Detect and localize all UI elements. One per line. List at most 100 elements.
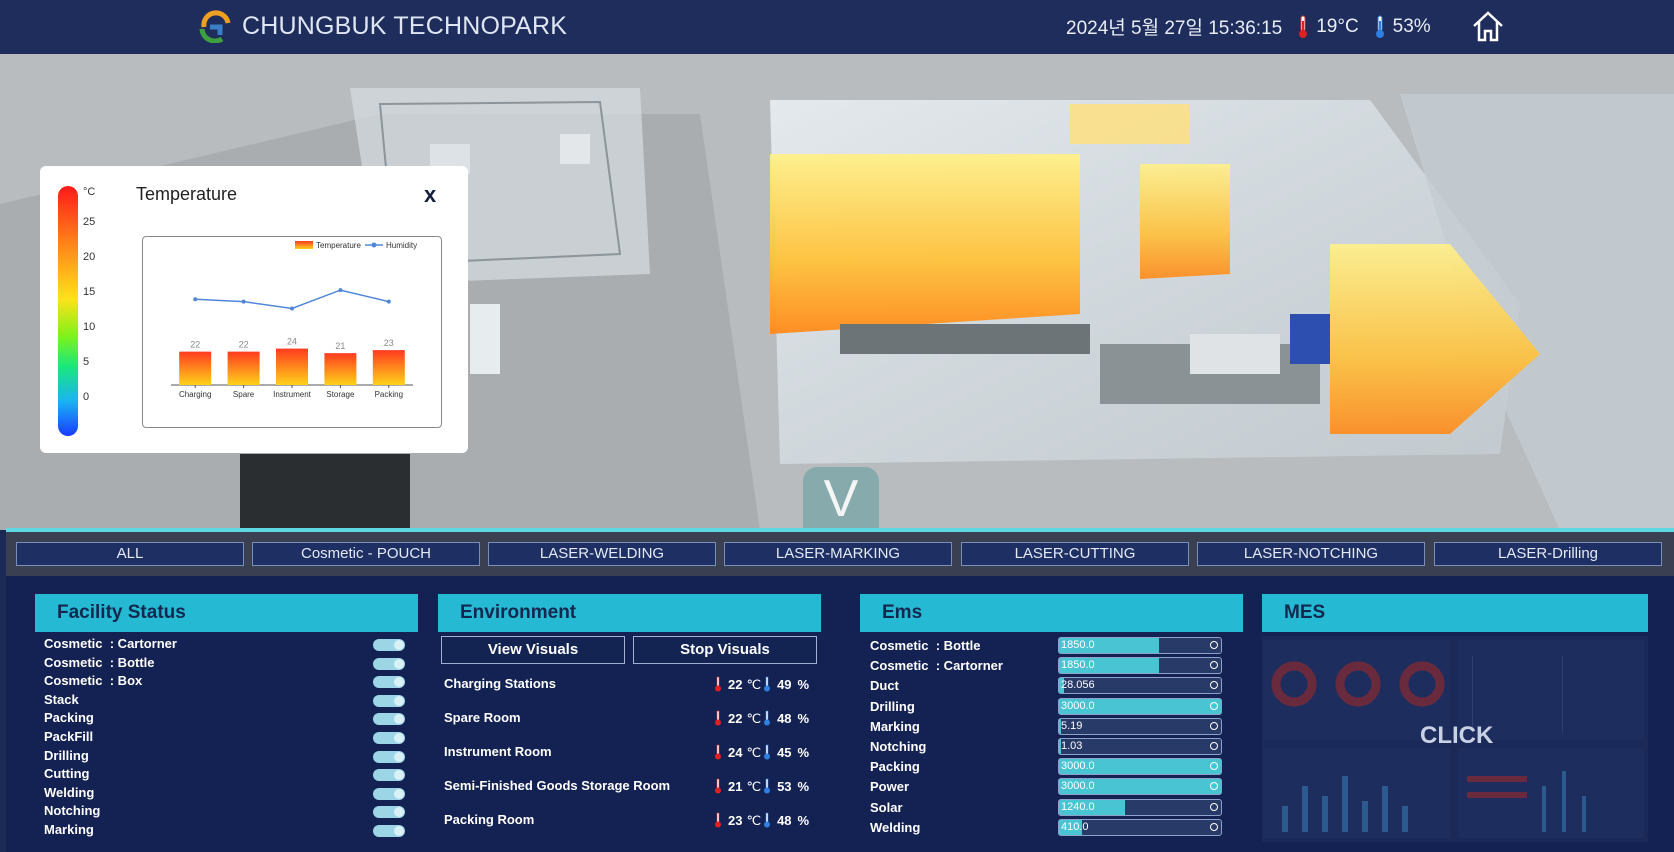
close-icon[interactable]: x [424,182,436,208]
ems-bar-value: 1240.0 [1061,800,1095,813]
thermometer-blue-icon [764,778,771,794]
tab-laser-marking[interactable]: LASER-MARKING [724,542,952,566]
chart-data-label: 22 [190,340,200,350]
ems-bar-knob-icon[interactable] [1210,742,1218,750]
thermometer-blue-icon [764,676,771,692]
mes-header: MES [1262,594,1648,632]
scale-tick: 5 [83,356,90,368]
ems-bar-knob-icon[interactable] [1210,802,1218,811]
thermometer-blue-icon [764,812,771,828]
tab-laser-cutting[interactable]: LASER-CUTTING [961,542,1189,566]
environment-temp-value: 21 [728,779,743,794]
header-temperature: 19°C [1316,15,1359,37]
header-status: 2024년 5월 27일 15:36:15 19°C 53% [1066,13,1445,40]
temp-unit: ℃ [746,745,762,760]
datetime: 2024년 5월 27일 15:36:15 [1066,18,1283,39]
facility-item-label: Drilling [44,747,89,763]
environment-room-name: Spare Room [444,710,521,725]
ems-item-label: Power [870,779,910,795]
ems-item-label: Notching [870,739,927,754]
environment-row: Spare Room 22 ℃ 48% [444,708,814,728]
chart-data-label: 21 [335,341,345,351]
facility-item-toggle[interactable] [373,750,405,763]
ems-item-label: Cosmetic : Bottle [870,638,981,653]
environment-temp-value: 23 [728,813,743,828]
tab-laser-welding[interactable]: LASER-WELDING [488,542,716,566]
ems-item-bar: 1240.0 [1058,798,1222,816]
ems-bar-knob-icon[interactable] [1210,721,1218,730]
ems-bar-knob-icon[interactable] [1210,641,1218,649]
environment-row: Charging Stations 22 ℃ 49% [444,674,814,694]
stop-visuals-button[interactable]: Stop Visuals [633,636,817,664]
ems-item-bar: 28.056 [1058,677,1222,695]
tab-all[interactable]: ALL [16,542,244,566]
facility-item-toggle[interactable] [373,713,405,726]
thermometer-blue-icon [764,710,771,726]
mes-click-button[interactable]: CLICK [1420,722,1493,750]
ems-item-bar: 3000.0 [1058,778,1222,796]
facility-item-label: Stack [44,691,79,707]
facility-item-toggle[interactable] [373,639,405,651]
facility-item-toggle[interactable] [373,732,405,744]
legend-humidity-marker [371,242,377,248]
humidity-point [386,299,391,304]
hum-unit: % [797,677,810,692]
temperature-popup: °C 25 20 15 10 5 0 Temperature x 22 Charg… [40,166,468,453]
ems-bar-knob-icon[interactable] [1210,701,1218,710]
home-icon[interactable] [1470,9,1506,43]
chart-bar [276,348,308,385]
environment-room-name: Packing Room [444,812,535,827]
collapse-panel-toggle[interactable]: V [803,467,879,531]
facility-item-toggle[interactable] [373,825,405,837]
ems-bar-value: 1850.0 [1061,639,1095,651]
environment-temp-value: 22 [728,677,743,692]
facility-item-label: Cosmetic : Box [44,673,143,689]
tab-cosmetic-pouch[interactable]: Cosmetic - POUCH [252,542,480,566]
facility-item-toggle[interactable] [373,806,405,819]
humidity-point [290,306,294,311]
scale-tick: 0 [83,391,90,403]
facility-item-toggle[interactable] [373,787,405,800]
environment-hum-value: 48 [777,711,792,726]
line-tabs: ALL Cosmetic - POUCH LASER-WELDING LASER… [6,532,1674,576]
facility-item-toggle[interactable] [373,657,405,670]
temperature-color-scale [58,186,78,436]
thermometer-blue-icon [764,744,771,760]
header-humidity: 53% [1392,15,1431,37]
humidity-point [241,299,246,304]
popup-title: Temperature [136,184,238,204]
legend-temperature-label: Temperature [316,241,361,250]
environment-row: Instrument Room 24 ℃ 45% [444,742,814,762]
ems-bar-knob-icon[interactable] [1210,681,1218,690]
temperature-chart-svg: 22 Charging 22 Spare 24 Instrument 21 Storage 23… [171,241,417,399]
legend-temperature-swatch [295,241,313,249]
tab-laser-drilling[interactable]: LASER-Drilling [1434,542,1662,566]
facility-item-toggle[interactable] [373,769,405,782]
environment-hum-value: 48 [777,813,792,828]
view-visuals-button[interactable]: View Visuals [441,636,625,664]
facility-item-label: Cosmetic : Cartorner [44,636,177,651]
facility-item-label: Cosmetic : Bottle [44,654,155,670]
chart-tick-label: Instrument [273,390,312,399]
temp-unit: ℃ [746,779,762,794]
environment-row: Semi-Finished Goods Storage Room 21 ℃ 53% [444,776,814,796]
thermometer-red-icon [715,710,721,726]
chart-bar [179,351,212,385]
chart-bar [324,353,357,385]
tab-laser-notching[interactable]: LASER-NOTCHING [1197,542,1425,566]
facility-item-toggle[interactable] [373,694,405,707]
scale-tick: 10 [83,321,96,333]
chart-tick-label: Packing [375,390,403,399]
environment-temp-value: 24 [728,745,743,760]
ems-item-bar: 1850.0 [1058,657,1222,675]
ems-bar-value: 1.03 [1061,740,1083,752]
environment-header: Environment [438,594,821,632]
facility-item-toggle[interactable] [373,676,405,689]
scale-tick: 15 [83,286,96,298]
ems-bar-knob-icon[interactable] [1210,661,1218,670]
environment-room-values: 22 ℃ 48% [714,710,809,727]
ems-bar-knob-icon[interactable] [1210,822,1218,831]
thermometer-blue-icon [1375,15,1384,38]
facility-item-label: PackFill [44,729,94,744]
temp-unit: ℃ [746,677,762,692]
